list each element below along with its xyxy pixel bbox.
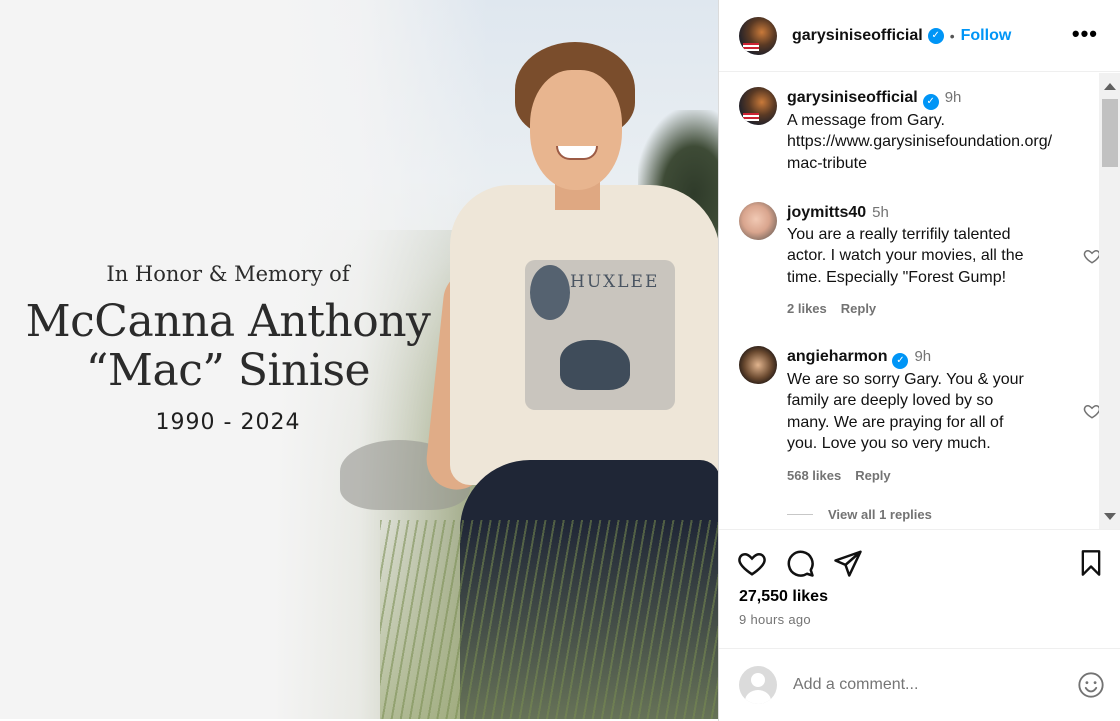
bookmark-icon[interactable]	[1077, 548, 1105, 578]
comment-item: joymitts40 5h You are a really terrifily …	[739, 202, 1101, 320]
share-icon[interactable]	[833, 548, 863, 578]
memorial-years: 1990 - 2024	[155, 410, 301, 435]
caption-link[interactable]: https://www.garysinisefoundation.org/	[787, 131, 1077, 153]
author-avatar[interactable]	[739, 87, 777, 125]
view-replies-button[interactable]: View all 1 replies	[787, 507, 932, 522]
comments-scrollbar[interactable]	[1099, 73, 1120, 529]
caption-link-cont[interactable]: mac-tribute	[787, 153, 1077, 175]
like-count[interactable]: 27,550 likes	[739, 588, 828, 606]
separator-dot: •	[949, 27, 955, 44]
comment-item: angieharmon ✓ 9h We are so sorry Gary. You…	[739, 346, 1101, 486]
memorial-text: In Honor & Memory of McCanna Anthony “Ma…	[0, 262, 456, 435]
post-sidebar: garysiniseofficial ✓ • Follow ••• garysi…	[718, 0, 1120, 721]
reply-button[interactable]: Reply	[841, 301, 876, 316]
tall-grass	[380, 520, 718, 719]
caption-time[interactable]: 9h	[945, 89, 962, 106]
comment-text-line: You are a really terrifily talented	[787, 225, 1011, 243]
reply-button[interactable]: Reply	[855, 468, 890, 483]
comment-input[interactable]	[793, 676, 1053, 694]
comment-username[interactable]: angieharmon	[787, 348, 887, 365]
post-header: garysiniseofficial ✓ • Follow •••	[719, 0, 1120, 72]
heart-icon[interactable]	[737, 548, 767, 578]
replies-divider	[787, 514, 813, 515]
verified-badge-icon: ✓	[927, 27, 944, 44]
add-comment-bar	[719, 648, 1120, 721]
comment-username[interactable]: joymitts40	[787, 204, 866, 221]
emoji-icon[interactable]	[1077, 671, 1105, 699]
comment-text-line: actor. I watch your movies, all the	[787, 247, 1024, 264]
action-bar	[719, 540, 1120, 590]
owl-graphic	[530, 265, 570, 320]
memorial-name-line1: McCanna Anthony	[25, 296, 431, 347]
comment-time[interactable]: 9h	[914, 348, 931, 365]
comment-icon[interactable]	[785, 548, 815, 578]
commenter-avatar[interactable]	[739, 346, 777, 384]
verified-badge-icon: ✓	[922, 93, 939, 110]
comments-list[interactable]: garysiniseofficial ✓ 9h A message from Gar…	[719, 73, 1120, 530]
post-image[interactable]: HUXLEE In Honor & Memory of McCanna Anth…	[0, 0, 718, 719]
memorial-name-line2: “Mac” Sinise	[85, 345, 371, 396]
comment-text-line: you. Love you so very much.	[787, 435, 991, 453]
more-options-icon[interactable]: •••	[1072, 23, 1098, 45]
caption-username[interactable]: garysiniseofficial	[787, 89, 918, 106]
scroll-down-arrow-icon[interactable]	[1104, 513, 1116, 520]
comment-text-line: many. We are praying for all of	[787, 413, 1004, 431]
comment-text-line: We are so sorry Gary. You & your	[787, 370, 1024, 388]
comment-text-line: time. Especially "Forest Gump!	[787, 268, 1007, 286]
caption-text-line: A message from Gary.	[787, 111, 945, 129]
caption: garysiniseofficial ✓ 9h A message from Gar…	[739, 87, 1089, 174]
shirt-print-text: HUXLEE	[570, 272, 660, 292]
comment-likes[interactable]: 568 likes	[787, 468, 841, 483]
author-avatar[interactable]	[739, 16, 777, 55]
commenter-avatar[interactable]	[739, 202, 777, 240]
view-replies-label: View all 1 replies	[828, 507, 932, 522]
comment-likes[interactable]: 2 likes	[787, 301, 827, 316]
honor-line: In Honor & Memory of	[106, 262, 350, 286]
viewer-avatar	[739, 666, 777, 704]
horse-graphic	[560, 340, 630, 390]
follow-button[interactable]: Follow	[961, 27, 1012, 45]
author-username[interactable]: garysiniseofficial	[792, 27, 923, 45]
comment-text-line: family are deeply loved by so	[787, 392, 994, 410]
comment-time[interactable]: 5h	[872, 204, 889, 221]
face	[530, 70, 622, 190]
scrollbar-thumb[interactable]	[1102, 99, 1118, 167]
verified-badge-icon: ✓	[892, 352, 909, 369]
post-timestamp[interactable]: 9 hours ago	[739, 612, 811, 627]
scroll-up-arrow-icon[interactable]	[1104, 83, 1116, 90]
